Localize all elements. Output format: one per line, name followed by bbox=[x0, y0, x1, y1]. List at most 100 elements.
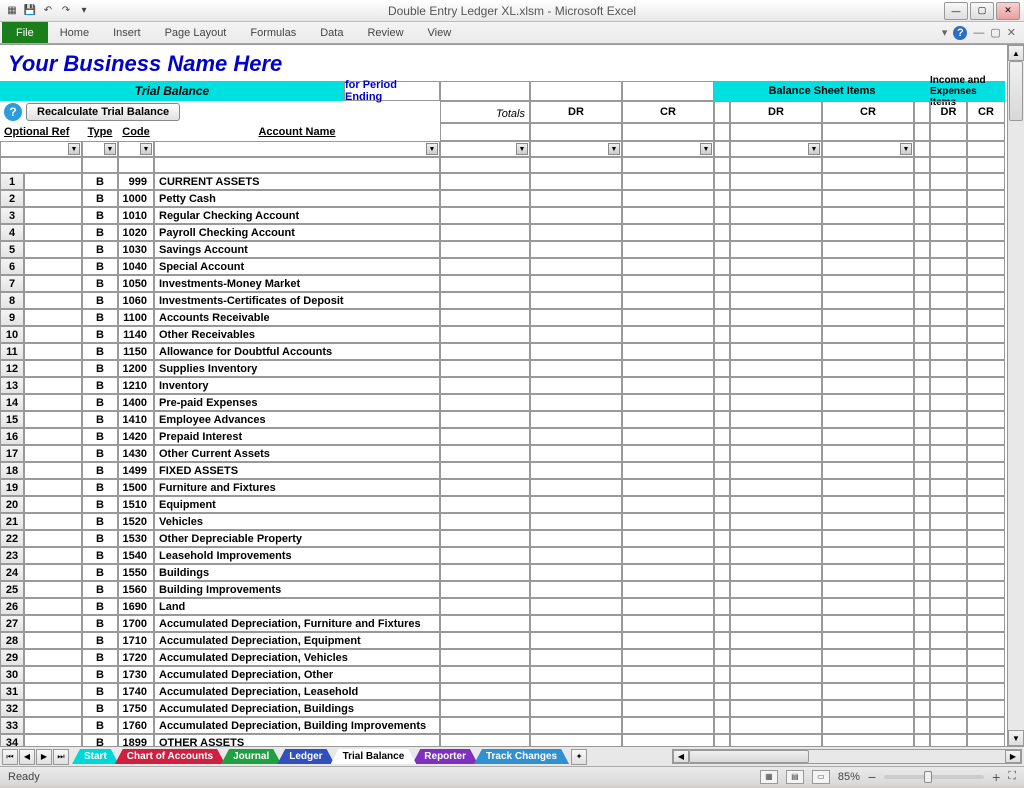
optional-ref-cell[interactable] bbox=[24, 632, 82, 649]
optional-ref-cell[interactable] bbox=[24, 173, 82, 190]
code-cell[interactable]: 1100 bbox=[118, 309, 154, 326]
cr-cell[interactable] bbox=[622, 258, 714, 275]
dr-bs-cell[interactable] bbox=[730, 241, 822, 258]
cr-cell[interactable] bbox=[622, 326, 714, 343]
gap-cell[interactable] bbox=[714, 717, 730, 734]
optional-ref-cell[interactable] bbox=[24, 343, 82, 360]
dr-ie-cell[interactable] bbox=[930, 462, 967, 479]
row-number[interactable]: 17 bbox=[0, 445, 24, 462]
dr-cell[interactable] bbox=[530, 445, 622, 462]
optional-ref-cell[interactable] bbox=[24, 615, 82, 632]
totals-cell[interactable] bbox=[440, 343, 530, 360]
gap-cell[interactable] bbox=[914, 411, 930, 428]
cr-ie-cell[interactable] bbox=[967, 564, 1005, 581]
gap-cell[interactable] bbox=[914, 173, 930, 190]
sheet-tab-start[interactable]: Start bbox=[72, 749, 119, 764]
gap-cell[interactable] bbox=[714, 632, 730, 649]
cr-bs-cell[interactable] bbox=[822, 649, 914, 666]
type-cell[interactable]: B bbox=[82, 292, 118, 309]
optional-ref-cell[interactable] bbox=[24, 377, 82, 394]
dr-bs-cell[interactable] bbox=[730, 734, 822, 746]
table-row[interactable]: 29B1720Accumulated Depreciation, Vehicle… bbox=[0, 649, 1007, 666]
cr-bs-cell[interactable] bbox=[822, 326, 914, 343]
dr-ie-cell[interactable] bbox=[930, 190, 967, 207]
totals-cell[interactable] bbox=[440, 309, 530, 326]
row-number[interactable]: 4 bbox=[0, 224, 24, 241]
dr-bs-cell[interactable] bbox=[730, 224, 822, 241]
gap-cell[interactable] bbox=[914, 717, 930, 734]
totals-cell[interactable] bbox=[440, 513, 530, 530]
optional-ref-cell[interactable] bbox=[24, 717, 82, 734]
row-number[interactable]: 14 bbox=[0, 394, 24, 411]
cr-cell[interactable] bbox=[622, 717, 714, 734]
cr-ie-cell[interactable] bbox=[967, 445, 1005, 462]
cr-ie-cell[interactable] bbox=[967, 734, 1005, 746]
row-number[interactable]: 5 bbox=[0, 241, 24, 258]
row-number[interactable]: 29 bbox=[0, 649, 24, 666]
dr-cell[interactable] bbox=[530, 258, 622, 275]
cr-ie-cell[interactable] bbox=[967, 666, 1005, 683]
file-tab[interactable]: File bbox=[2, 22, 48, 43]
dr-bs-cell[interactable] bbox=[730, 309, 822, 326]
dr-cell[interactable] bbox=[530, 394, 622, 411]
cr-cell[interactable] bbox=[622, 428, 714, 445]
undo-icon[interactable]: ↶ bbox=[40, 3, 56, 19]
totals-cell[interactable] bbox=[440, 632, 530, 649]
dr-bs-cell[interactable] bbox=[730, 530, 822, 547]
table-row[interactable]: 28B1710Accumulated Depreciation, Equipme… bbox=[0, 632, 1007, 649]
row-number[interactable]: 2 bbox=[0, 190, 24, 207]
dr-ie-cell[interactable] bbox=[930, 700, 967, 717]
totals-cell[interactable] bbox=[440, 462, 530, 479]
maximize-button[interactable]: ▢ bbox=[970, 2, 994, 20]
minimize-button[interactable]: — bbox=[944, 2, 968, 20]
ribbon-tab-review[interactable]: Review bbox=[355, 22, 415, 43]
help-icon[interactable]: ? bbox=[953, 26, 967, 40]
cr-bs-cell[interactable] bbox=[822, 377, 914, 394]
dr-cell[interactable] bbox=[530, 207, 622, 224]
code-cell[interactable]: 1020 bbox=[118, 224, 154, 241]
ribbon-tab-home[interactable]: Home bbox=[48, 22, 101, 43]
type-cell[interactable]: B bbox=[82, 598, 118, 615]
dr-ie-cell[interactable] bbox=[930, 615, 967, 632]
filter-dropdown-icon[interactable]: ▼ bbox=[608, 143, 620, 155]
dr-cell[interactable] bbox=[530, 411, 622, 428]
type-cell[interactable]: B bbox=[82, 530, 118, 547]
account-name-cell[interactable]: Pre-paid Expenses bbox=[154, 394, 440, 411]
optional-ref-cell[interactable] bbox=[24, 530, 82, 547]
gap-cell[interactable] bbox=[914, 632, 930, 649]
cr-bs-cell[interactable] bbox=[822, 445, 914, 462]
type-cell[interactable]: B bbox=[82, 581, 118, 598]
dr-ie-cell[interactable] bbox=[930, 275, 967, 292]
cr-bs-cell[interactable] bbox=[822, 258, 914, 275]
account-name-cell[interactable]: Accumulated Depreciation, Furniture and … bbox=[154, 615, 440, 632]
optional-ref-cell[interactable] bbox=[24, 394, 82, 411]
totals-cell[interactable] bbox=[440, 564, 530, 581]
dr-bs-cell[interactable] bbox=[730, 564, 822, 581]
dr-cell[interactable] bbox=[530, 360, 622, 377]
cr-bs-cell[interactable] bbox=[822, 292, 914, 309]
code-cell[interactable]: 1150 bbox=[118, 343, 154, 360]
optional-ref-cell[interactable] bbox=[24, 411, 82, 428]
totals-cell[interactable] bbox=[440, 292, 530, 309]
type-cell[interactable]: B bbox=[82, 632, 118, 649]
row-number[interactable]: 7 bbox=[0, 275, 24, 292]
totals-cell[interactable] bbox=[440, 649, 530, 666]
cr-bs-cell[interactable] bbox=[822, 717, 914, 734]
gap-cell[interactable] bbox=[714, 292, 730, 309]
dr-bs-cell[interactable] bbox=[730, 411, 822, 428]
type-cell[interactable]: B bbox=[82, 394, 118, 411]
account-name-cell[interactable]: Accounts Receivable bbox=[154, 309, 440, 326]
row-number[interactable]: 31 bbox=[0, 683, 24, 700]
dr-bs-cell[interactable] bbox=[730, 190, 822, 207]
cr-ie-cell[interactable] bbox=[967, 360, 1005, 377]
code-cell[interactable]: 1540 bbox=[118, 547, 154, 564]
cr-cell[interactable] bbox=[622, 445, 714, 462]
dr-cell[interactable] bbox=[530, 683, 622, 700]
table-row[interactable]: 9B1100Accounts Receivable bbox=[0, 309, 1007, 326]
dr-ie-cell[interactable] bbox=[930, 411, 967, 428]
totals-cell[interactable] bbox=[440, 734, 530, 746]
new-sheet-icon[interactable]: ✦ bbox=[571, 749, 587, 765]
dr-cell[interactable] bbox=[530, 666, 622, 683]
dr-ie-cell[interactable] bbox=[930, 241, 967, 258]
dr-cell[interactable] bbox=[530, 649, 622, 666]
